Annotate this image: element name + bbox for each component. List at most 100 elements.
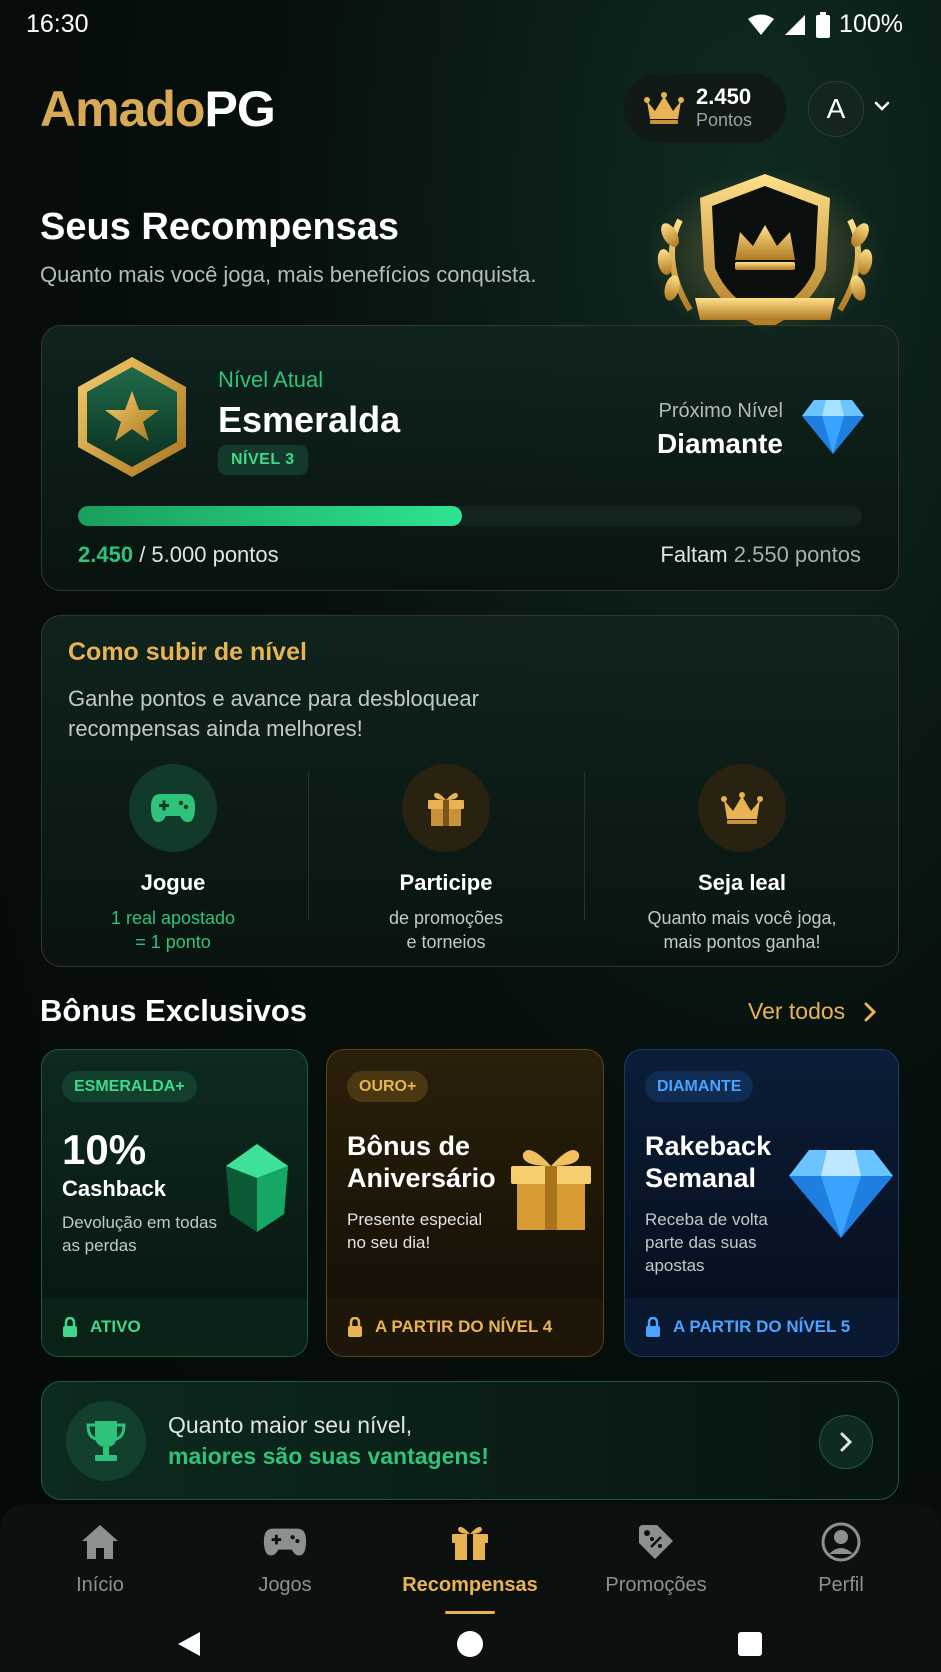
points-pill[interactable]: 2.450 Pontos	[624, 73, 786, 143]
crown-icon	[644, 92, 684, 124]
bonus-desc: Presente especial no seu dia!	[347, 1208, 482, 1254]
home-button-icon[interactable]	[456, 1630, 484, 1658]
profile-icon	[821, 1522, 861, 1562]
step-desc-line: mais pontos ganha!	[663, 932, 821, 952]
nav-item-profile[interactable]: Perfil	[761, 1518, 921, 1597]
banner-line-1: Quanto maior seu nível,	[168, 1412, 413, 1438]
bonus-footer: ATIVO	[42, 1298, 307, 1356]
points-value: 2.450	[696, 84, 752, 109]
bonus-status: ATIVO	[90, 1317, 141, 1336]
step-desc: 1 real apostado = 1 ponto	[38, 906, 308, 954]
bonus-desc-line: apostas	[645, 1256, 705, 1275]
bonus-title: Rakeback Semanal	[645, 1130, 771, 1194]
bonus-card-cashback[interactable]: ESMERALDA+ 10% Cashback Devolução em tod…	[41, 1049, 308, 1357]
lock-icon	[646, 1317, 660, 1337]
progress-current: 2.450	[78, 542, 134, 567]
nav-label: Início	[76, 1574, 124, 1596]
tier-chip: ESMERALDA+	[62, 1071, 197, 1102]
nav-item-rewards[interactable]: Recompensas	[390, 1518, 550, 1597]
bonus-footer: A PARTIR DO NÍVEL 4	[327, 1298, 603, 1356]
lock-icon	[63, 1317, 77, 1337]
bonus-title-line: Rakeback	[645, 1131, 772, 1161]
next-level-label: Próximo Nível	[658, 400, 783, 422]
remaining-text: Faltam 2.550 pontos	[660, 542, 861, 568]
crown-icon	[721, 792, 763, 824]
banner-line-2: maiores são suas vantagens!	[168, 1443, 489, 1469]
page-title: Seus Recompensas	[40, 206, 400, 248]
bonus-section-title: Bônus Exclusivos	[40, 993, 308, 1028]
step-loyal: Seja leal Quanto mais você joga, mais po…	[607, 764, 877, 954]
bonus-desc-line: Receba de volta	[645, 1210, 768, 1229]
bonus-desc: Devolução em todas as perdas	[62, 1211, 217, 1257]
nav-label: Recompensas	[402, 1574, 538, 1596]
gift-icon	[452, 1526, 488, 1560]
nav-item-home[interactable]: Início	[20, 1518, 180, 1597]
step-desc-line: 1 real apostado	[110, 908, 236, 928]
bonus-title-line: Bônus de	[347, 1131, 471, 1161]
step-desc-line: de promoções	[388, 908, 504, 928]
diamond-icon	[789, 1150, 893, 1238]
step-icon-wrap	[129, 764, 217, 852]
gamepad-icon	[150, 794, 196, 823]
current-level-label: Nível Atual	[218, 367, 324, 392]
bonus-title: Cashback	[62, 1176, 166, 1201]
signal-icon	[785, 14, 806, 35]
logo-part-2: PG	[204, 81, 275, 137]
nav-active-indicator	[445, 1611, 495, 1614]
nav-item-games[interactable]: Jogos	[205, 1518, 365, 1597]
step-play: Jogue 1 real apostado = 1 ponto	[38, 764, 308, 954]
step-title: Participe	[399, 870, 493, 895]
nav-label: Jogos	[258, 1574, 312, 1596]
step-participate: Participe de promoções e torneios	[311, 764, 581, 954]
bonus-card-birthday[interactable]: OURO+ Bônus de Aniversário Presente espe…	[326, 1049, 604, 1357]
trophy-icon	[86, 1421, 126, 1461]
bonus-desc-line: Devolução em todas	[62, 1213, 217, 1232]
level-progress-bar	[78, 506, 862, 526]
gift-box-icon	[511, 1150, 591, 1230]
level-benefits-banner[interactable]	[41, 1381, 899, 1500]
step-title: Seja leal	[697, 870, 787, 895]
bonus-status: A PARTIR DO NÍVEL 4	[375, 1317, 553, 1336]
bonus-desc-line: as perdas	[62, 1236, 137, 1255]
nav-item-promotions[interactable]: Promoções	[576, 1518, 736, 1597]
bonus-title: Bônus de Aniversário	[347, 1130, 496, 1194]
avatar[interactable]: A	[808, 81, 864, 137]
see-all-link[interactable]: Ver todos	[748, 998, 877, 1025]
recents-icon[interactable]	[737, 1631, 763, 1657]
step-desc-line: e torneios	[406, 932, 486, 952]
back-icon[interactable]	[176, 1630, 202, 1658]
chevron-right-icon	[864, 1002, 877, 1021]
page-subtitle: Quanto mais você joga, mais benefícios c…	[40, 262, 537, 287]
diamond-icon	[802, 400, 864, 454]
progress-total: / 5.000 pontos	[139, 542, 279, 567]
battery-icon	[816, 11, 831, 38]
banner-arrow-button[interactable]	[819, 1415, 873, 1469]
gamepad-icon	[263, 1528, 307, 1556]
remaining-prefix: Faltam	[660, 542, 728, 567]
step-divider	[308, 772, 309, 920]
trophy-shield-icon	[645, 170, 885, 340]
how-title: Como subir de nível	[68, 638, 307, 666]
step-desc-line: = 1 ponto	[135, 932, 211, 952]
banner-icon-wrap	[66, 1401, 146, 1481]
star-badge-icon	[78, 357, 186, 477]
tag-icon	[639, 1525, 673, 1559]
chevron-down-icon[interactable]	[872, 96, 892, 116]
bonus-percent: 10%	[62, 1126, 147, 1173]
current-level-name: Esmeralda	[218, 399, 401, 440]
wifi-icon	[748, 14, 775, 35]
bonus-card-rakeback[interactable]: DIAMANTE Rakeback Semanal Receba de volt…	[624, 1049, 899, 1357]
step-icon-wrap	[402, 764, 490, 852]
see-all-label: Ver todos	[748, 998, 846, 1024]
bonus-desc-line: no seu dia!	[347, 1233, 431, 1252]
tier-chip: DIAMANTE	[645, 1071, 754, 1102]
app-logo[interactable]: AmadoPG	[40, 80, 276, 138]
gift-icon	[428, 792, 464, 826]
tier-chip: OURO+	[347, 1071, 429, 1102]
bonus-title-line: Semanal	[645, 1163, 757, 1193]
bonus-status: A PARTIR DO NÍVEL 5	[673, 1317, 851, 1336]
bonus-title-line: Aniversário	[347, 1163, 496, 1193]
status-icons: 100%	[747, 10, 903, 39]
progress-text: 2.450 / 5.000 pontos	[78, 542, 279, 568]
step-icon-wrap	[698, 764, 786, 852]
